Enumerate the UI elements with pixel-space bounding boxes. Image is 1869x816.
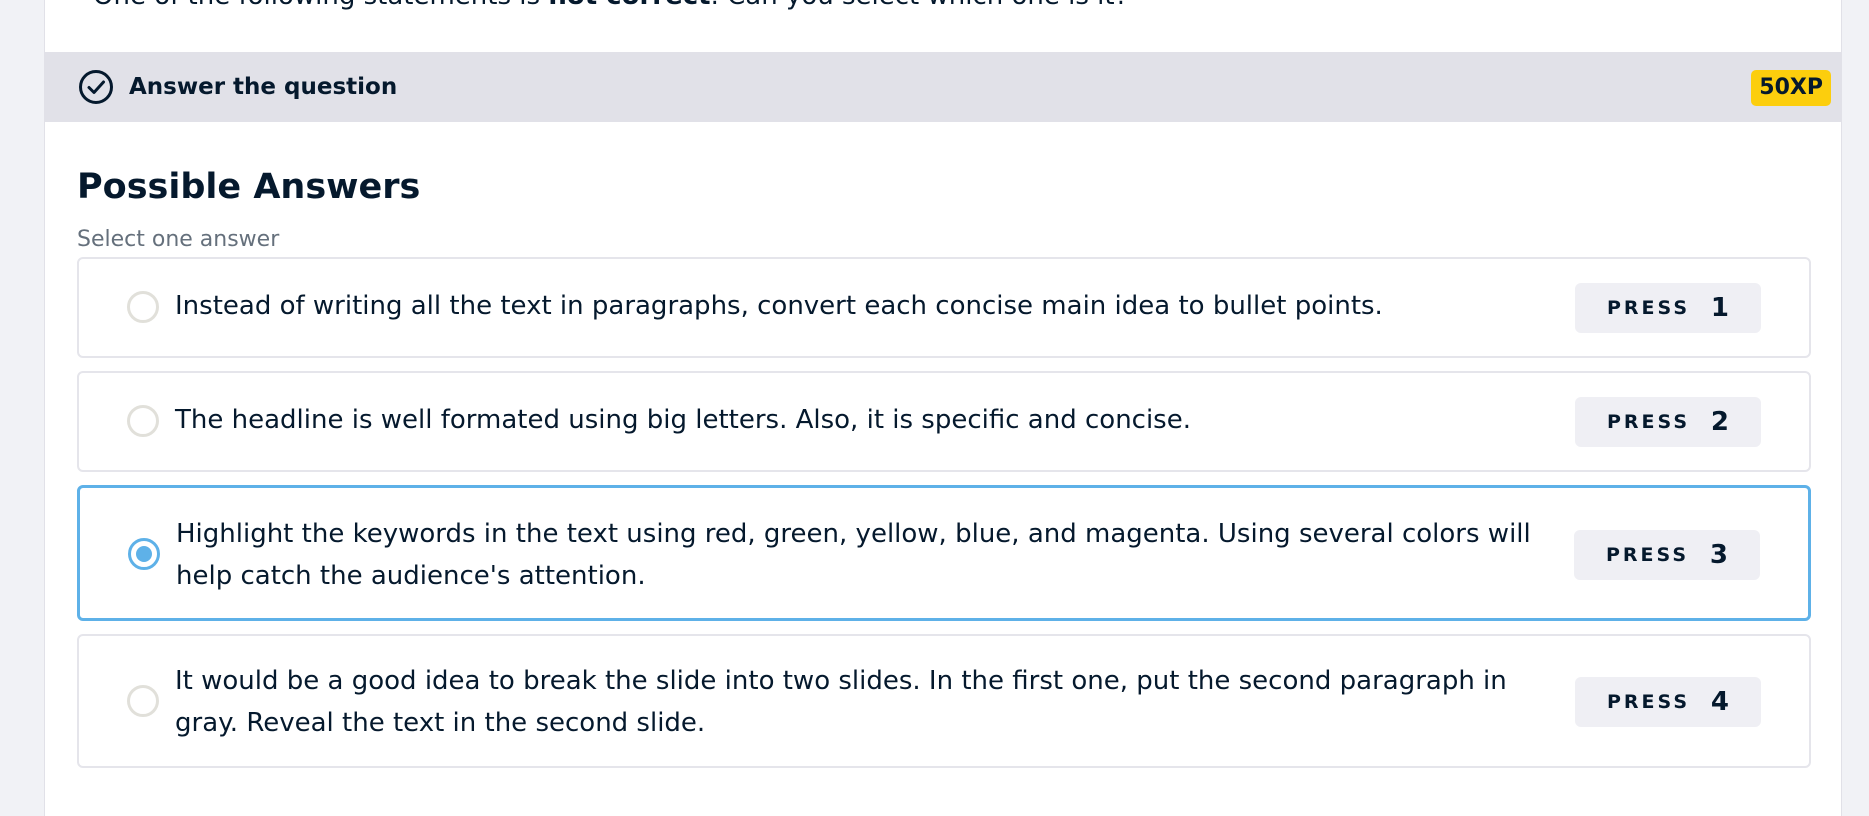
task-title: Answer the question: [129, 74, 398, 100]
radio-button-selected[interactable]: [128, 538, 160, 570]
question-suffix: . Can you select which one is it?: [711, 0, 1129, 11]
answer-text: Highlight the keywords in the text using…: [176, 519, 1531, 591]
answers-heading: Possible Answers: [77, 167, 421, 207]
answer-text: The headline is well formated using big …: [175, 405, 1191, 435]
keyboard-shortcut: PRESS 3: [1574, 530, 1760, 580]
question-text: One of the following statements is not c…: [93, 0, 1128, 14]
answers-hint: Select one answer: [77, 227, 280, 252]
answer-option-2[interactable]: The headline is well formated using big …: [77, 371, 1811, 472]
keyboard-shortcut: PRESS 2: [1575, 397, 1761, 447]
shortcut-key: 2: [1710, 407, 1729, 437]
shortcut-key: 4: [1710, 687, 1729, 717]
answer-option-1[interactable]: Instead of writing all the text in parag…: [77, 257, 1811, 358]
answer-option-4[interactable]: It would be a good idea to break the sli…: [77, 634, 1811, 768]
press-label: PRESS: [1606, 544, 1690, 566]
answer-text: It would be a good idea to break the sli…: [175, 666, 1507, 738]
answer-option-3[interactable]: Highlight the keywords in the text using…: [77, 485, 1811, 621]
press-label: PRESS: [1607, 691, 1691, 713]
press-label: PRESS: [1607, 411, 1691, 433]
press-label: PRESS: [1607, 297, 1691, 319]
check-circle-icon: [79, 70, 113, 104]
xp-badge: 50XP: [1751, 70, 1831, 106]
exercise-card: One of the following statements is not c…: [44, 0, 1842, 816]
task-bar: Answer the question 50XP: [45, 52, 1841, 122]
radio-button[interactable]: [127, 405, 159, 437]
radio-button[interactable]: [127, 685, 159, 717]
keyboard-shortcut: PRESS 4: [1575, 677, 1761, 727]
shortcut-key: 1: [1710, 293, 1729, 323]
question-prefix: One of the following statements is: [93, 0, 548, 11]
answer-text: Instead of writing all the text in parag…: [175, 291, 1383, 321]
shortcut-key: 3: [1709, 540, 1728, 570]
radio-button[interactable]: [127, 291, 159, 323]
keyboard-shortcut: PRESS 1: [1575, 283, 1761, 333]
question-emphasis: not correct: [548, 0, 710, 11]
